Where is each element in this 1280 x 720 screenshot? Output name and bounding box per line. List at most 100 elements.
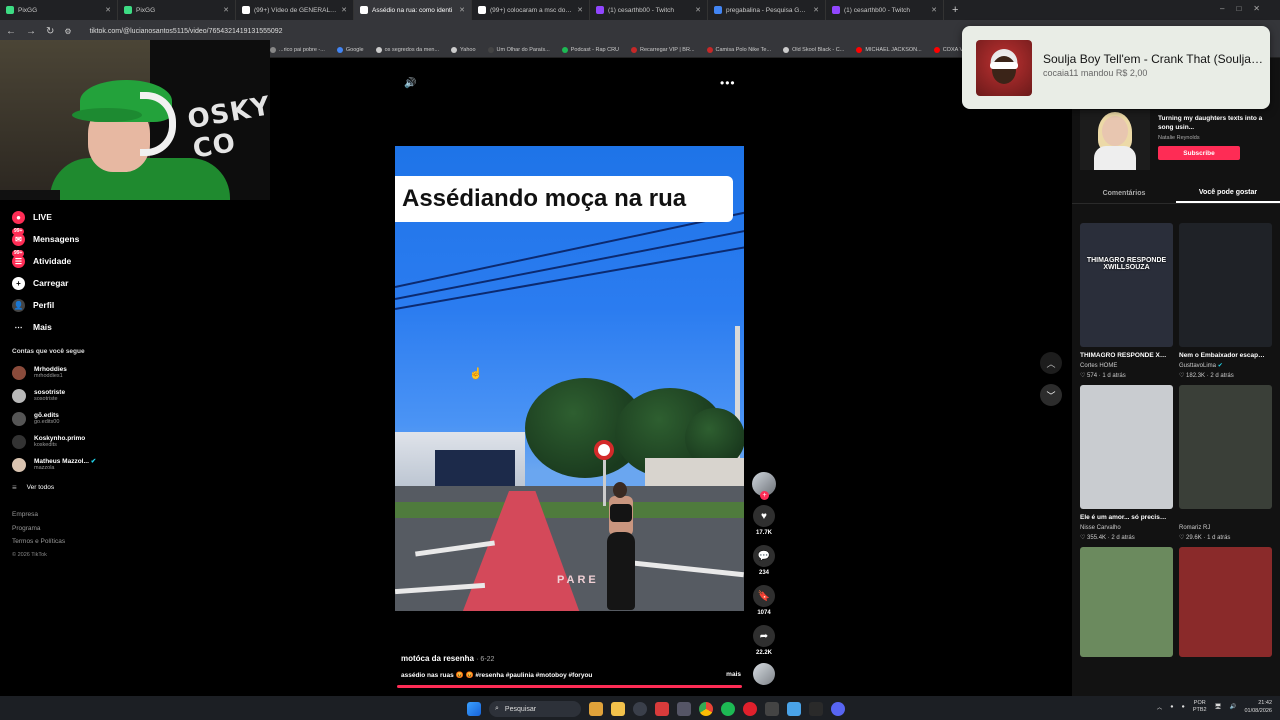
nav-item-mensagens[interactable]: ✉ 99+ Mensagens <box>12 227 242 250</box>
video-thumbnail[interactable] <box>1179 547 1272 657</box>
video-author[interactable]: GusttavoLima ✔ <box>1179 361 1272 371</box>
recommended-video[interactable]: Romariz RJ ♡ 29.6K · 1 d atrás <box>1179 385 1272 543</box>
more-options-icon[interactable]: ••• <box>720 76 736 90</box>
browser-tab[interactable]: (1) cesarthb00 - Twitch ✕ <box>826 0 944 20</box>
bookmark-item[interactable]: Podcast - Rap CRU <box>561 46 619 53</box>
app-icon[interactable] <box>677 702 691 716</box>
comment-icon[interactable]: 💬 <box>753 545 775 567</box>
close-icon[interactable]: ✕ <box>577 6 583 14</box>
browser-tab[interactable]: pregabalina - Pesquisa Google ✕ <box>708 0 826 20</box>
footer-terms-link[interactable]: Termos e Políticas <box>12 535 242 549</box>
author-line[interactable]: motóca da resenha · 6-22 <box>401 654 741 663</box>
url-field[interactable]: tiktok.com/@lucianosantos5115/video/7654… <box>90 28 283 35</box>
video-author[interactable]: Cortes HOME <box>1080 361 1173 371</box>
video-player[interactable]: PARE Assédiando moça na rua <box>395 146 744 611</box>
tab-you-may-like[interactable]: Você pode gostar <box>1176 184 1280 203</box>
avatar[interactable] <box>12 434 26 449</box>
volume-icon[interactable]: 🔊 <box>404 78 416 89</box>
clock[interactable]: 21:42 01/08/2026 <box>1244 699 1272 715</box>
browser-tab[interactable]: PixGG ✕ <box>0 0 118 20</box>
ad-card[interactable]: Turning my daughters texts into a song u… <box>1080 106 1270 172</box>
video-thumbnail[interactable]: THIMAGRO RESPONDE XWILLSOUZA <box>1080 223 1173 347</box>
chevron-up-icon[interactable]: ︿ <box>1040 352 1062 374</box>
tray-chevron-icon[interactable]: ︿ <box>1157 703 1163 711</box>
windows-start-icon[interactable] <box>467 702 481 716</box>
opera-icon[interactable] <box>743 702 757 716</box>
browser-tab[interactable]: (99+) Vídeo de GENERAL - ROI ✕ <box>236 0 354 20</box>
bookmark-item[interactable]: MICHAEL JACKSON... <box>856 46 922 53</box>
app-red-icon[interactable] <box>655 702 669 716</box>
ad-title[interactable]: Turning my daughters texts into a song u… <box>1158 114 1268 132</box>
following-account[interactable]: Matheus Mazzol... ✔ mazzola <box>12 453 242 476</box>
close-icon[interactable]: ✕ <box>105 6 111 14</box>
chrome-icon[interactable] <box>699 702 713 716</box>
back-icon[interactable]: ← <box>6 26 16 37</box>
file-explorer-icon[interactable] <box>611 702 625 716</box>
creator-avatar[interactable]: + <box>752 472 776 500</box>
bookmark-item[interactable]: Recarregar VIP | BR... <box>631 46 695 53</box>
bookmark-item[interactable]: Google <box>336 46 364 53</box>
video-author[interactable]: Romariz RJ <box>1179 523 1272 533</box>
close-icon[interactable]: ✕ <box>459 6 465 14</box>
comment-action[interactable]: 💬 234 <box>750 545 778 576</box>
bookmark-item[interactable]: os segredos da men... <box>375 46 439 53</box>
share-action[interactable]: ➦ 22.2K <box>750 625 778 656</box>
bookmark-item[interactable]: Old Skool Black - C... <box>783 46 844 53</box>
bookmark-item[interactable]: Um Olhar do Paraís... <box>487 46 550 53</box>
close-icon[interactable]: ✕ <box>223 6 229 14</box>
chevron-down-icon[interactable]: ﹀ <box>1040 384 1062 406</box>
recommended-video[interactable]: THIMAGRO RESPONDE XWILLSOUZA THIMAGRO RES… <box>1080 223 1173 381</box>
browser-tab[interactable]: PixGG ✕ <box>118 0 236 20</box>
close-icon[interactable]: ✕ <box>813 6 819 14</box>
bookmark-icon[interactable]: 🔖 <box>753 585 775 607</box>
bookmark-item[interactable]: Yahoo <box>451 46 476 53</box>
close-icon[interactable]: ✕ <box>341 6 347 14</box>
browser-tab[interactable]: Assédio na rua: como identi ✕ <box>354 0 472 20</box>
like-action[interactable]: ♥ 17.7K <box>750 505 778 536</box>
nav-item-live[interactable]: ● LIVE <box>12 206 242 228</box>
notes-icon[interactable] <box>787 702 801 716</box>
new-tab-icon[interactable]: + <box>944 4 966 16</box>
network-icon[interactable]: 🖥 <box>1215 704 1222 710</box>
bookmark-item[interactable]: ...rico pai pobre -... <box>270 46 325 53</box>
app-dark-icon[interactable] <box>809 702 823 716</box>
tab-comments[interactable]: Comentários <box>1072 184 1176 203</box>
avatar[interactable] <box>12 388 26 403</box>
avatar[interactable] <box>12 457 26 472</box>
following-account[interactable]: sosotriste sosotriste <box>12 384 242 407</box>
video-thumbnail[interactable] <box>1179 223 1272 347</box>
subscribe-button[interactable]: Subscribe <box>1158 146 1240 160</box>
discord-icon[interactable] <box>831 702 845 716</box>
bookmark-item[interactable]: Camisa Polo Nike Te... <box>706 46 771 53</box>
more-link[interactable]: mais <box>726 671 741 679</box>
see-all-link[interactable]: ≡ Ver todos <box>12 478 242 496</box>
save-action[interactable]: 🔖 1074 <box>750 585 778 616</box>
video-title[interactable]: Nem o Embaixador escapa, bb. Parabéns... <box>1179 350 1267 361</box>
site-info-icon[interactable]: ⚙ <box>64 27 71 36</box>
share-icon[interactable]: ➦ <box>753 625 775 647</box>
nav-item-perfil[interactable]: 👤 Perfil <box>12 294 242 316</box>
volume-tray-icon[interactable]: 🔊 <box>1230 704 1237 710</box>
follow-plus-icon[interactable]: + <box>760 491 769 500</box>
browser-tab[interactable]: (99+) colocaram a msc do kosk ✕ <box>472 0 590 20</box>
recommended-video[interactable] <box>1080 547 1173 657</box>
recommended-video[interactable]: Ele é um amor... só precisa de um pouco … <box>1080 385 1173 543</box>
following-account[interactable]: Mrhoddies mrhoddies1 <box>12 361 242 384</box>
footer-program-link[interactable]: Programa <box>12 522 242 536</box>
obs-icon[interactable] <box>633 702 647 716</box>
recommended-video[interactable]: Nem o Embaixador escapa, bb. Parabéns...… <box>1179 223 1272 381</box>
tray-app-icon[interactable]: ● <box>1170 704 1173 710</box>
heart-icon[interactable]: ♥ <box>753 505 775 527</box>
language-indicator[interactable]: POR PTB2 <box>1193 700 1207 714</box>
video-title[interactable]: Ele é um amor... só precisa de um pouco … <box>1080 512 1168 523</box>
recommended-video[interactable] <box>1179 547 1272 657</box>
avatar[interactable] <box>12 411 26 426</box>
following-account[interactable]: Koskynho.primo koskedits <box>12 430 242 453</box>
author-name[interactable]: motóca da resenha <box>401 654 474 663</box>
video-progress-bar[interactable] <box>397 685 742 688</box>
video-thumbnail[interactable] <box>1080 385 1173 509</box>
video-thumbnail[interactable] <box>1179 385 1272 509</box>
avatar[interactable] <box>12 365 26 380</box>
close-icon[interactable]: ✕ <box>695 6 701 14</box>
calculator-icon[interactable] <box>765 702 779 716</box>
